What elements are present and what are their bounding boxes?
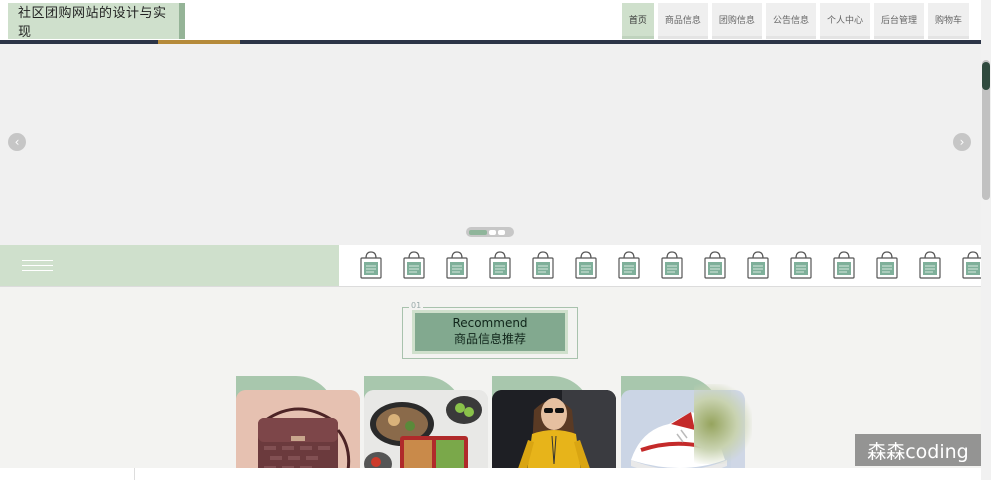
- banner-carousel: ‹ ›: [0, 40, 981, 245]
- section-title-box: Recommend 商品信息推荐: [412, 310, 568, 354]
- watermark: 森森coding: [855, 434, 981, 466]
- product-card-sweater[interactable]: [492, 390, 616, 480]
- nav-personal-center[interactable]: 个人中心: [819, 3, 870, 39]
- main-nav: 首页 商品信息 团购信息 公告信息 个人中心 后台管理 购物车: [621, 3, 969, 39]
- nav-cart[interactable]: 购物车: [927, 3, 969, 39]
- nav-announcements[interactable]: 公告信息: [765, 3, 816, 39]
- shopping-bag-icon[interactable]: [573, 250, 599, 280]
- shopping-bag-icon[interactable]: [917, 250, 943, 280]
- section-number: 01: [409, 301, 424, 310]
- shopping-bag-icon[interactable]: [401, 250, 427, 280]
- category-menu-button[interactable]: [0, 245, 339, 286]
- carousel-prev-button[interactable]: ‹: [8, 133, 26, 151]
- nav-home[interactable]: 首页: [621, 3, 654, 39]
- nav-admin[interactable]: 后台管理: [873, 3, 924, 39]
- carousel-indicators: [466, 227, 514, 237]
- nav-products[interactable]: 商品信息: [657, 3, 708, 39]
- shopping-bag-icon[interactable]: [358, 250, 384, 280]
- carousel-dot-2[interactable]: [489, 229, 496, 235]
- product-card-handbag[interactable]: [236, 390, 360, 480]
- section-title-en: Recommend: [452, 316, 528, 330]
- food-photo: [364, 390, 488, 480]
- page-scrollbar[interactable]: [981, 0, 991, 480]
- header-bar: 社区团购网站的设计与实现 首页 商品信息 团购信息 公告信息 个人中心 后台管理…: [0, 0, 981, 40]
- woman-photo: [492, 390, 616, 480]
- category-icons: [358, 250, 986, 280]
- carousel-dot-3[interactable]: [498, 229, 505, 235]
- shopping-bag-icon[interactable]: [788, 250, 814, 280]
- shopping-bag-icon[interactable]: [659, 250, 685, 280]
- handbag-photo: [236, 390, 360, 480]
- section-title-cn: 商品信息推荐: [453, 332, 526, 346]
- section-header: 01 Recommend 商品信息推荐: [402, 301, 578, 359]
- shopping-bag-icon[interactable]: [702, 250, 728, 280]
- site-title: 社区团购网站的设计与实现: [18, 6, 167, 40]
- shopping-bag-icon[interactable]: [444, 250, 470, 280]
- product-image-blur: [694, 384, 752, 464]
- category-strip: [0, 245, 984, 287]
- shopping-bag-icon[interactable]: [616, 250, 642, 280]
- shopping-bag-icon[interactable]: [874, 250, 900, 280]
- shopping-bag-icon[interactable]: [745, 250, 771, 280]
- nav-group-buy[interactable]: 团购信息: [711, 3, 762, 39]
- banner-image-edge: [0, 40, 981, 44]
- scrollbar-indicator: [982, 62, 990, 90]
- shopping-bag-icon[interactable]: [487, 250, 513, 280]
- carousel-next-button[interactable]: ›: [953, 133, 971, 151]
- shopping-bag-icon[interactable]: [831, 250, 857, 280]
- carousel-dot-1[interactable]: [469, 229, 487, 235]
- shopping-bag-icon[interactable]: [530, 250, 556, 280]
- product-card-food[interactable]: [364, 390, 488, 480]
- bottom-bar: [0, 468, 981, 480]
- site-logo[interactable]: 社区团购网站的设计与实现: [8, 3, 185, 40]
